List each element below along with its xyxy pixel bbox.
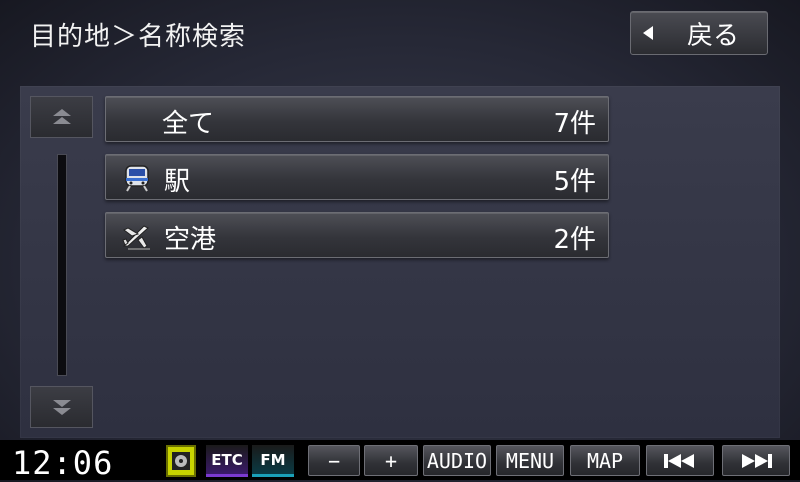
list-item-station[interactable]: 駅 5件 <box>105 154 609 200</box>
skip-next-icon <box>742 453 772 468</box>
volume-up-button[interactable]: + <box>364 445 418 476</box>
back-button[interactable]: 戻る <box>630 11 768 55</box>
list-item-label: 駅 <box>164 167 191 197</box>
double-chevron-down-icon <box>52 400 71 415</box>
airplane-icon <box>122 225 150 250</box>
etc-indicator: ETC <box>206 445 248 477</box>
audio-button[interactable]: AUDIO <box>423 445 491 476</box>
list-item-label: 空港 <box>164 225 217 255</box>
fm-indicator: FM <box>252 445 294 477</box>
list-item-count: 7件 <box>553 109 596 139</box>
list-item-count: 2件 <box>553 225 596 255</box>
scrollbar-track[interactable] <box>57 154 67 376</box>
next-track-button[interactable] <box>722 445 790 476</box>
list-item-all[interactable]: 全て 7件 <box>105 96 609 142</box>
map-button[interactable]: MAP <box>570 445 640 476</box>
menu-button[interactable]: MENU <box>496 445 564 476</box>
train-icon <box>125 165 149 192</box>
list-item-label: 全て <box>162 109 215 139</box>
back-button-label: 戻る <box>687 20 740 51</box>
scroll-up-button[interactable] <box>30 96 93 138</box>
back-arrow-icon <box>643 26 653 40</box>
volume-down-button[interactable]: − <box>308 445 360 476</box>
double-chevron-up-icon <box>52 109 71 124</box>
clock: 12:06 <box>12 444 114 482</box>
list-item-airport[interactable]: 空港 2件 <box>105 212 609 258</box>
page-title: 目的地＞名称検索 <box>30 22 247 52</box>
disc-icon <box>166 445 196 477</box>
list-item-count: 5件 <box>553 167 596 197</box>
previous-track-button[interactable] <box>646 445 714 476</box>
scroll-down-button[interactable] <box>30 386 93 428</box>
skip-previous-icon <box>664 453 694 468</box>
